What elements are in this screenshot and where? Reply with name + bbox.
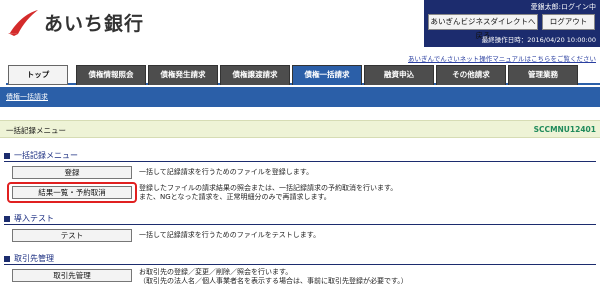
description-line: （取引先の法人名／個人事業者名を表示する場合は、事前に取引先登録が必要です。） [139, 277, 408, 285]
section-bulk-menu-heading: 一括記録メニュー [4, 150, 78, 161]
results-description: 登録したファイルの請求結果の照会または、一括記録請求の予約取消を行います。 また… [139, 184, 397, 202]
tab-claim-inquiry[interactable]: 債権情報照会 [76, 65, 146, 85]
bank-logo: あいち銀行 [6, 4, 144, 40]
tab-admin[interactable]: 管理業務 [508, 65, 578, 85]
section-intro-test-heading: 導入テスト [4, 213, 54, 224]
user-status: 愛銀太郎:ログイン中 [530, 3, 596, 11]
section-divider [4, 264, 596, 265]
main-tabs: トップ 債権情報照会 債権発生請求 債権譲渡請求 債権一括請求 融資申込 その他… [6, 63, 600, 85]
tab-other-requests[interactable]: その他請求 [436, 65, 506, 85]
return-to-portal-button[interactable]: あいぎんビジネスダイレクトへ戻る [428, 14, 538, 40]
section-heading-text: 取引先管理 [14, 254, 54, 263]
manual-link[interactable]: あいぎんでんさいネット操作マニュアルはこちらをご覧ください [408, 53, 596, 63]
sub-navigation: 債権一括請求 [0, 87, 600, 107]
screen-title-bar: 一括記録メニュー SCCMNU12401 [0, 120, 600, 138]
logout-button[interactable]: ログアウト [542, 14, 595, 30]
section-partner-mgmt-heading: 取引先管理 [4, 253, 54, 264]
test-button[interactable]: テスト [12, 229, 132, 242]
section-divider [4, 161, 596, 162]
page-title: 一括記録メニュー [6, 126, 66, 135]
tab-claim-bulk[interactable]: 債権一括請求 [292, 65, 362, 85]
register-description: 一括して記録請求を行うためのファイルを登録します。 [139, 168, 313, 177]
user-panel: 愛銀太郎:ログイン中 あいぎんビジネスダイレクトへ戻る ログアウト 最終操作日時… [424, 0, 600, 47]
partner-description: お取引先の登録／変更／削除／照会を行います。 （取引先の法人名／個人事業者名を表… [139, 268, 408, 286]
section-divider [4, 224, 596, 225]
tab-loan-application[interactable]: 融資申込 [364, 65, 434, 85]
register-button[interactable]: 登録 [12, 166, 132, 179]
section-heading-text: 導入テスト [14, 214, 54, 223]
description-line: お取引先の登録／変更／削除／照会を行います。 [139, 268, 293, 276]
tab-claim-transfer[interactable]: 債権譲渡請求 [220, 65, 290, 85]
partner-management-button[interactable]: 取引先管理 [12, 269, 132, 282]
test-description: 一括して記録請求を行うためのファイルをテストします。 [139, 231, 320, 240]
bank-name: あいち銀行 [44, 12, 145, 35]
tab-claim-issue[interactable]: 債権発生請求 [148, 65, 218, 85]
description-line: 登録したファイルの請求結果の照会または、一括記録請求の予約取消を行います。 [139, 184, 398, 192]
bullet-square-icon [4, 255, 10, 262]
highlight-ring [7, 182, 137, 203]
description-line: 一括して記録請求を行うためのファイルを登録します。 [139, 168, 314, 176]
last-operation-time: 最終操作日時：2016/04/20 10:00:00 [481, 36, 596, 44]
bank-logo-icon [8, 10, 38, 36]
description-line: また、NGとなった請求を、正常明細分のみで再請求します。 [139, 193, 331, 201]
bullet-square-icon [4, 215, 10, 222]
section-heading-text: 一括記録メニュー [14, 151, 78, 160]
bullet-square-icon [4, 152, 10, 159]
subnav-bulk-link[interactable]: 債権一括請求 [6, 92, 48, 102]
screen-code: SCCMNU12401 [533, 125, 596, 134]
description-line: 一括して記録請求を行うためのファイルをテストします。 [139, 231, 321, 239]
tab-top[interactable]: トップ [8, 65, 68, 85]
